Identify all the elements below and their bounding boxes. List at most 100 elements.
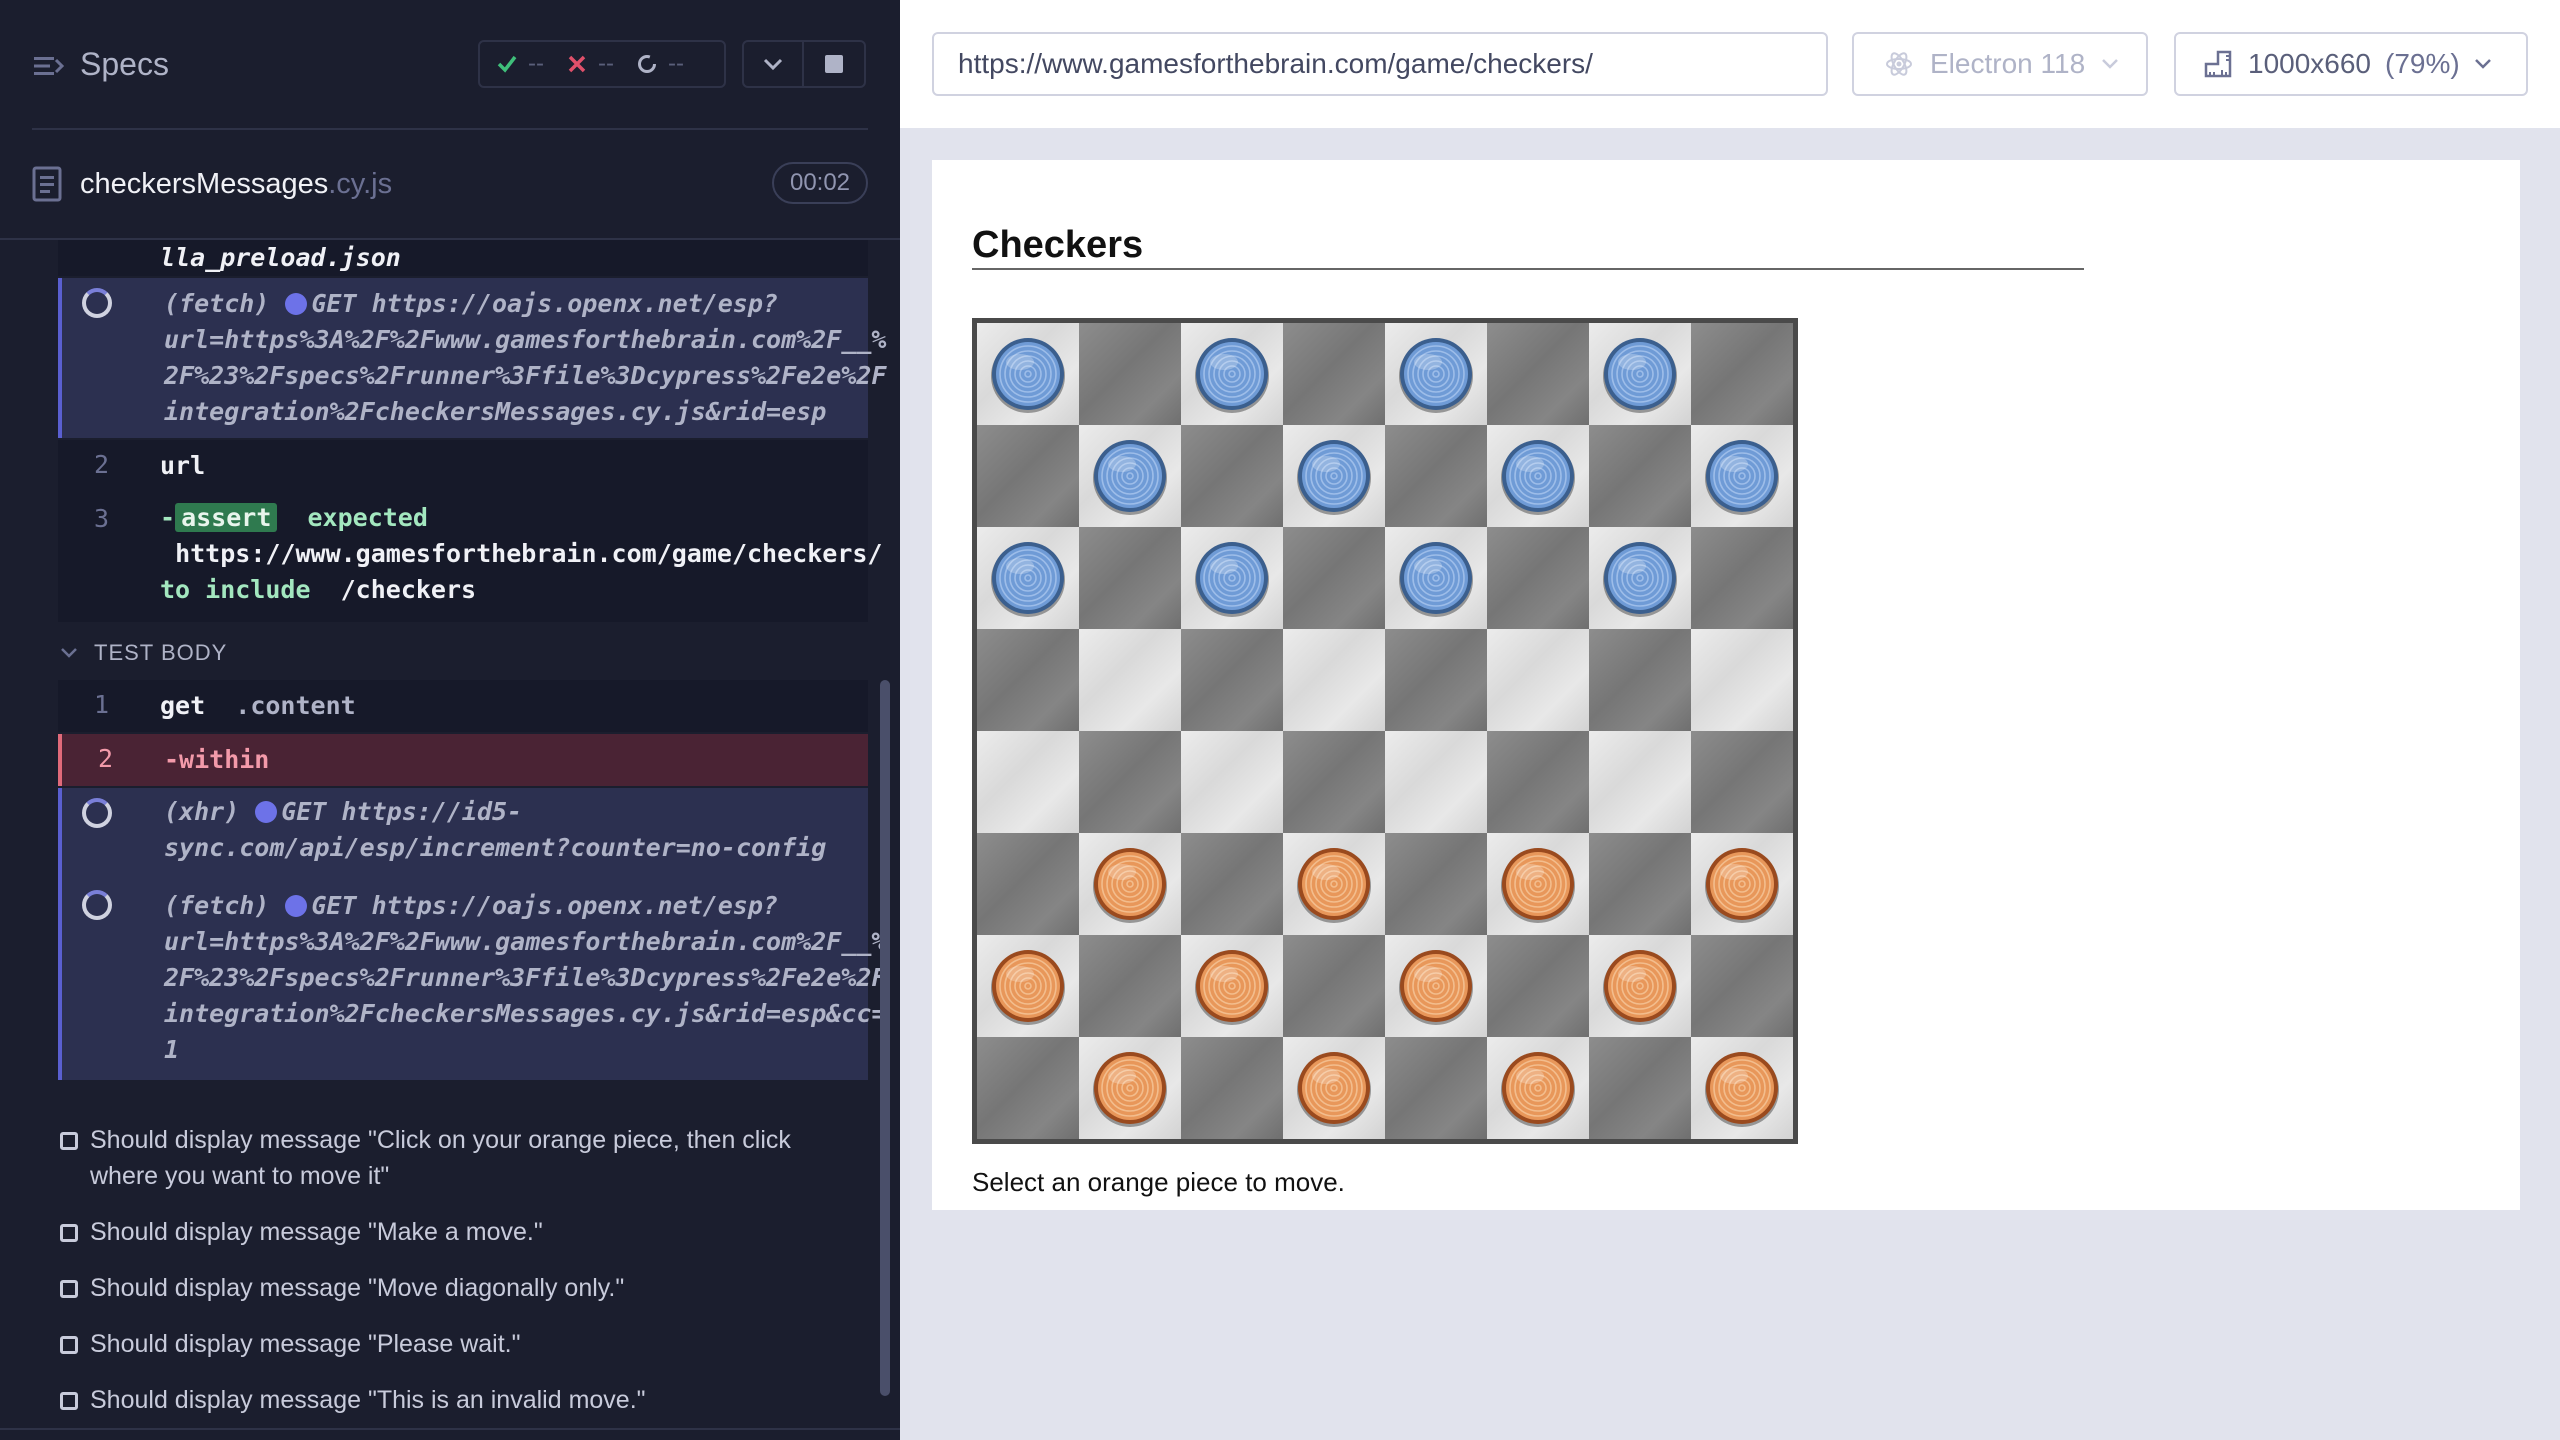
board-square[interactable] [1691,527,1793,629]
board-square[interactable] [1589,1037,1691,1139]
board-square[interactable] [1283,527,1385,629]
board-square[interactable] [1487,731,1589,833]
board-square[interactable] [1589,323,1691,425]
board-square[interactable] [1079,629,1181,731]
orange-piece-icon[interactable] [1090,1048,1170,1128]
board-square[interactable] [1385,527,1487,629]
scrollbar[interactable] [880,680,890,1396]
board-square[interactable] [977,629,1079,731]
blue-piece-icon[interactable] [1192,334,1272,414]
board-square[interactable] [1283,935,1385,1037]
board-square[interactable] [1283,833,1385,935]
orange-piece-icon[interactable] [1498,1048,1578,1128]
board-square[interactable] [977,1037,1079,1139]
board-square[interactable] [1385,323,1487,425]
board-square[interactable] [1589,731,1691,833]
stop-button[interactable] [804,40,866,88]
orange-piece-icon[interactable] [1294,844,1374,924]
blue-piece-icon[interactable] [1498,436,1578,516]
board-square[interactable] [1385,629,1487,731]
board-square[interactable] [1079,833,1181,935]
command-assert-row[interactable]: 3 - assert expected https://www.gamesfort… [58,492,882,622]
orange-piece-icon[interactable] [1396,946,1476,1026]
command-within-row[interactable]: 2 -within [58,734,868,786]
board-square[interactable] [1589,833,1691,935]
board-square[interactable] [1487,629,1589,731]
collapse-menu-icon[interactable] [32,50,64,82]
blue-piece-icon[interactable] [988,334,1068,414]
command-log-row[interactable]: lla_preload.json [58,240,868,276]
board-square[interactable] [1385,731,1487,833]
options-dropdown-button[interactable] [742,40,804,88]
board-square[interactable] [977,935,1079,1037]
board-square[interactable] [1487,935,1589,1037]
specs-title[interactable]: Specs [80,46,169,83]
board-square[interactable] [1079,527,1181,629]
board-square[interactable] [1181,425,1283,527]
blue-piece-icon[interactable] [1600,334,1680,414]
test-item[interactable]: Should display message "Make a move." [60,1214,860,1250]
test-item[interactable]: Should display message "Move diagonally … [60,1270,860,1306]
board-square[interactable] [1385,1037,1487,1139]
board-square[interactable] [1283,629,1385,731]
board-square[interactable] [1283,425,1385,527]
orange-piece-icon[interactable] [1192,946,1272,1026]
board-square[interactable] [1487,425,1589,527]
board-square[interactable] [1385,833,1487,935]
test-item[interactable]: Should display message "This is an inval… [60,1382,860,1418]
board-square[interactable] [1691,323,1793,425]
board-square[interactable] [1181,731,1283,833]
board-square[interactable] [1181,935,1283,1037]
board-square[interactable] [977,527,1079,629]
command-url-row[interactable]: 2 url [58,440,868,492]
orange-piece-icon[interactable] [1498,844,1578,924]
fetch-request-row[interactable]: (fetch) GET https://oajs.openx.net/esp? u… [58,278,886,438]
board-square[interactable] [1181,833,1283,935]
board-square[interactable] [977,425,1079,527]
board-square[interactable] [1691,833,1793,935]
board-square[interactable] [1181,527,1283,629]
command-get-row[interactable]: 1 get .content [58,680,868,732]
board-square[interactable] [1589,629,1691,731]
board-square[interactable] [1487,323,1589,425]
browser-selector[interactable]: Electron 118 [1852,32,2148,96]
blue-piece-icon[interactable] [988,538,1068,618]
blue-piece-icon[interactable] [1702,436,1782,516]
orange-piece-icon[interactable] [1294,1048,1374,1128]
orange-piece-icon[interactable] [1702,1048,1782,1128]
xhr-request-row[interactable]: (xhr) GET https://id5- sync.com/api/esp/i… [58,788,868,880]
board-square[interactable] [1283,1037,1385,1139]
blue-piece-icon[interactable] [1600,538,1680,618]
board-square[interactable] [1283,323,1385,425]
viewport-selector[interactable]: 1000x660 (79%) [2174,32,2528,96]
test-item[interactable]: Should display message "Click on your or… [60,1122,860,1194]
board-square[interactable] [1487,1037,1589,1139]
blue-piece-icon[interactable] [1090,436,1170,516]
board-square[interactable] [1079,323,1181,425]
orange-piece-icon[interactable] [1090,844,1170,924]
board-square[interactable] [1079,731,1181,833]
board-square[interactable] [977,731,1079,833]
board-square[interactable] [1079,1037,1181,1139]
board-square[interactable] [1181,1037,1283,1139]
url-bar[interactable]: https://www.gamesforthebrain.com/game/ch… [932,32,1828,96]
board-square[interactable] [1691,425,1793,527]
test-body-section-toggle[interactable]: TEST BODY [60,640,227,666]
orange-piece-icon[interactable] [1600,946,1680,1026]
fetch-request-row[interactable]: (fetch) GET https://oajs.openx.net/esp? u… [58,880,886,1080]
board-square[interactable] [1181,629,1283,731]
board-square[interactable] [1589,425,1691,527]
board-square[interactable] [1589,527,1691,629]
board-square[interactable] [1691,935,1793,1037]
orange-piece-icon[interactable] [1702,844,1782,924]
board-square[interactable] [1079,935,1181,1037]
board-square[interactable] [1691,629,1793,731]
board-square[interactable] [1691,731,1793,833]
board-square[interactable] [1283,731,1385,833]
board-square[interactable] [1385,425,1487,527]
board-square[interactable] [977,323,1079,425]
blue-piece-icon[interactable] [1396,538,1476,618]
board-square[interactable] [977,833,1079,935]
board-square[interactable] [1487,833,1589,935]
test-item[interactable]: Should display message "Please wait." [60,1326,860,1362]
